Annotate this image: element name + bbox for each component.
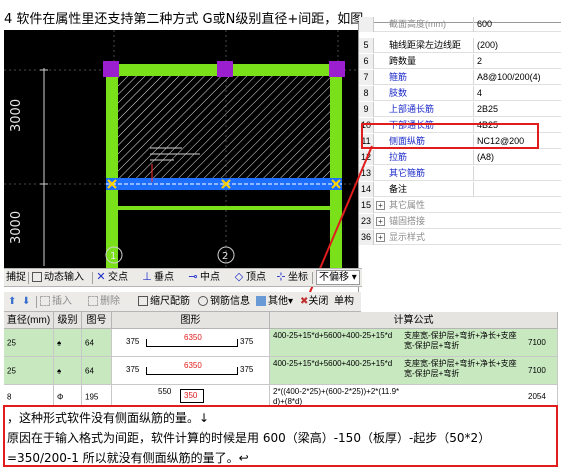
- snap-toolbar: 捕捉 动态输入 ✕ 交点 ⊥ 垂点 ⊸ 中点 ◇ 顶点 ⊹ 坐标 不偏移 ▾: [4, 268, 362, 287]
- vertex-icon: ◇: [234, 271, 244, 284]
- cell-figure-no[interactable]: 64: [82, 357, 112, 385]
- note-line-3: =350/200-1 所以就没有侧面纵筋的量了。↩: [7, 451, 249, 465]
- dynamic-input-button[interactable]: 动态输入: [32, 269, 84, 287]
- chevron-down-icon: ▾: [349, 272, 357, 283]
- total-length: 7100: [528, 366, 546, 375]
- formula-text: 400-25+15*d+5600+400-25+15*d: [273, 331, 393, 340]
- cell-formula[interactable]: 400-25+15*d+5600+400-25+15*d 支座宽-保护层+弯折+净…: [270, 329, 558, 357]
- insert-icon: [40, 296, 50, 307]
- note-line-1: ，这种形式软件没有侧面纵筋的量。↓: [7, 411, 210, 425]
- shape-right-length: 375: [240, 365, 254, 374]
- shape-mid-length: 550: [158, 387, 172, 396]
- cell-diameter-text: 25: [7, 366, 16, 375]
- intersection-button[interactable]: ✕ 交点: [96, 269, 128, 287]
- cell-shape[interactable]: 375 6350 375: [112, 357, 270, 385]
- rebar-table: 直径(mm) 级别 图号 图形 计算公式 25 ♠ 64 375 6350 375 400-…: [4, 312, 558, 409]
- explanation-note: ，这种形式软件没有侧面纵筋的量。↓ 原因在于输入格式为间距，软件计算的时候是用 …: [3, 405, 558, 467]
- total-length: 7100: [528, 338, 546, 347]
- other-icon: [256, 296, 266, 307]
- snap-button[interactable]: 捕捉: [6, 269, 26, 287]
- offset-dropdown[interactable]: 不偏移 ▾: [316, 270, 360, 285]
- cell-figure-no-text: 64: [85, 366, 94, 375]
- rebar-shape-icon: [146, 339, 238, 347]
- cell-diameter[interactable]: 25: [4, 357, 54, 385]
- info-icon: [198, 296, 208, 307]
- note-line-2: 原因在于输入格式为间距，软件计算的时候是用 600（梁高）-150（板厚）-起步…: [7, 431, 491, 445]
- cell-figure-no-text: 195: [85, 392, 99, 401]
- col-header-grade[interactable]: 级别: [54, 312, 82, 329]
- col-header-figure-no[interactable]: 图号: [82, 312, 112, 329]
- rebar-shape-icon: [180, 389, 204, 403]
- col-header-shape[interactable]: 图形: [112, 312, 270, 329]
- single-component-button[interactable]: 单构: [334, 292, 354, 312]
- other-menu-button[interactable]: 其他▾: [256, 292, 293, 312]
- coordinate-button[interactable]: ⊹ 坐标: [276, 269, 308, 287]
- cross-icon: ✕: [96, 271, 106, 284]
- col-header-formula[interactable]: 计算公式: [270, 312, 558, 329]
- perpendicular-icon: ⊥: [142, 271, 152, 284]
- delete-icon: [88, 296, 98, 307]
- vertex-button[interactable]: ◇ 顶点: [234, 269, 266, 287]
- close-button[interactable]: ✖关闭: [300, 292, 328, 312]
- cell-shape[interactable]: 375 6350 375: [112, 329, 270, 357]
- cell-grade[interactable]: ♠: [54, 329, 82, 357]
- formula-text: 2*((400-2*25)+(600-2*25))+2*(11.9*d)+(8*…: [273, 387, 400, 406]
- delete-button[interactable]: 删除: [88, 292, 120, 312]
- cell-diameter[interactable]: 25: [4, 329, 54, 357]
- cell-grade-text: ♠: [57, 366, 62, 375]
- rebar-shape-icon: [146, 367, 238, 375]
- cell-diameter-text: 25: [7, 338, 16, 347]
- formula-description: 支座宽-保护层+弯折+净长+支座宽-保护层+弯折: [404, 331, 517, 350]
- formula-text: 400-25+15*d+5600+400-25+15*d: [273, 359, 393, 368]
- shape-right-length: 375: [240, 337, 254, 346]
- cell-figure-no-text: 64: [85, 338, 94, 347]
- cell-diameter-text: 8: [7, 392, 12, 401]
- ruler-icon: [138, 296, 148, 307]
- shape-left-length: 375: [126, 365, 140, 374]
- cell-grade[interactable]: ♠: [54, 357, 82, 385]
- coordinate-icon: ⊹: [276, 271, 286, 284]
- shape-left-length: 375: [126, 337, 140, 346]
- midpoint-button[interactable]: ⊸ 中点: [188, 269, 220, 287]
- formula-description: 支座宽-保护层+弯折+净长+支座宽-保护层+弯折: [404, 359, 517, 378]
- midpoint-icon: ⊸: [188, 271, 198, 284]
- cell-grade-text: ♠: [57, 338, 62, 347]
- perpendicular-button[interactable]: ⊥ 垂点: [142, 269, 174, 287]
- cell-figure-no[interactable]: 64: [82, 329, 112, 357]
- total-length: 2054: [528, 392, 546, 401]
- rebar-toolbar: ⬆ ⬇ 插入 删除 缩尺配筋 钢筋信息 其他▾ ✖关闭 单构: [4, 292, 361, 312]
- grid-icon: [32, 272, 42, 283]
- chevron-down-icon: ▾: [288, 296, 294, 307]
- col-header-diameter[interactable]: 直径(mm): [4, 312, 54, 329]
- insert-button[interactable]: 插入: [40, 292, 72, 312]
- scaled-rebar-button[interactable]: 缩尺配筋: [138, 292, 190, 312]
- cell-grade-text: Φ: [57, 392, 64, 401]
- up-arrow-icon[interactable]: ⬆: [8, 292, 16, 312]
- rebar-info-button[interactable]: 钢筋信息: [198, 292, 250, 312]
- cell-formula[interactable]: 400-25+15*d+5600+400-25+15*d 支座宽-保护层+弯折+净…: [270, 357, 558, 385]
- down-arrow-icon[interactable]: ⬇: [22, 292, 30, 312]
